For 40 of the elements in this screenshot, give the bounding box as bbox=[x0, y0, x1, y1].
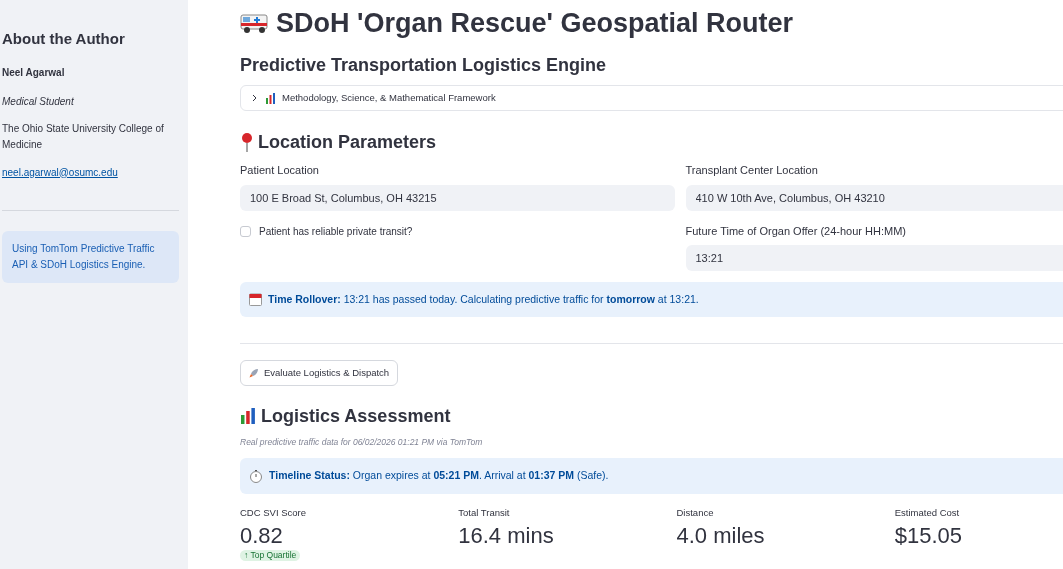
section-heading: Location Parameters bbox=[258, 131, 437, 154]
checkbox-label: Patient has reliable private transit? bbox=[259, 224, 413, 239]
bar-chart-icon bbox=[240, 408, 256, 424]
input-field[interactable]: 100 E Broad St, Columbus, OH 43215 bbox=[240, 184, 675, 211]
timeline-message: Timeline Status: Organ expires at 05:21 PM. Arrival at 01:37 PM (Safe). bbox=[269, 467, 609, 483]
ambulance-icon bbox=[240, 11, 270, 35]
stopwatch-icon bbox=[249, 468, 263, 483]
info-note: Using TomTom Predictive Traffic API & SDoH Logistics Engine. bbox=[2, 230, 179, 283]
rollover-message: Time Rollover: 13:21 has passed today. Calculating predictive traffic for tomorrow at 13:21. bbox=[268, 291, 699, 307]
input-field[interactable]: 13:21 bbox=[685, 245, 1063, 271]
methodology-expander[interactable]: Methodology, Science, & Mathematical Framework bbox=[240, 85, 1063, 111]
rocket-icon bbox=[249, 368, 259, 378]
metric-value: 4.0 miles bbox=[676, 522, 765, 550]
page-title: SDoH 'Organ Rescue' Geospatial Router bbox=[276, 7, 793, 40]
pin-icon bbox=[240, 132, 254, 152]
author-name: Neel Agarwal bbox=[2, 65, 66, 80]
email-link[interactable]: neel.agarwal@osumc.edu bbox=[2, 164, 179, 180]
sidebar-heading: About the Author bbox=[2, 29, 126, 49]
metric-value: $15.05 bbox=[894, 522, 963, 550]
metric-label: Distance bbox=[676, 505, 714, 520]
metric-label: Total Transit bbox=[458, 505, 510, 520]
evaluate-button[interactable]: Evaluate Logistics & Dispatch bbox=[240, 360, 399, 386]
calendar-icon bbox=[249, 293, 262, 306]
section-heading: Logistics Assessment bbox=[261, 405, 451, 428]
bar-chart-icon bbox=[265, 92, 276, 104]
checkbox[interactable] bbox=[240, 225, 251, 237]
page-subtitle: Predictive Transportation Logistics Engine bbox=[240, 54, 608, 77]
metric-label: CDC SVI Score bbox=[240, 505, 306, 520]
delta-badge: ↑ Top Quartile bbox=[240, 550, 301, 561]
metric-value: 0.82 bbox=[240, 522, 283, 550]
input-field[interactable]: 410 W 10th Ave, Columbus, OH 43210 bbox=[685, 184, 1063, 211]
metric-label: Estimated Cost bbox=[894, 505, 960, 520]
field-label: Patient Location bbox=[240, 163, 320, 178]
author-role: Medical Student bbox=[2, 94, 75, 109]
field-label: Transplant Center Location bbox=[685, 163, 819, 178]
author-affiliation: The Ohio State University College of Medicine bbox=[2, 121, 165, 152]
field-label: Future Time of Organ Offer (24-hour HH:MM) bbox=[685, 223, 907, 239]
expander-label: Methodology, Science, & Mathematical Framework bbox=[282, 90, 496, 105]
metric-value: 16.4 mins bbox=[458, 522, 554, 550]
caption: Real predictive traffic data for 06/02/2026 01:21 PM via TomTom bbox=[240, 436, 484, 449]
